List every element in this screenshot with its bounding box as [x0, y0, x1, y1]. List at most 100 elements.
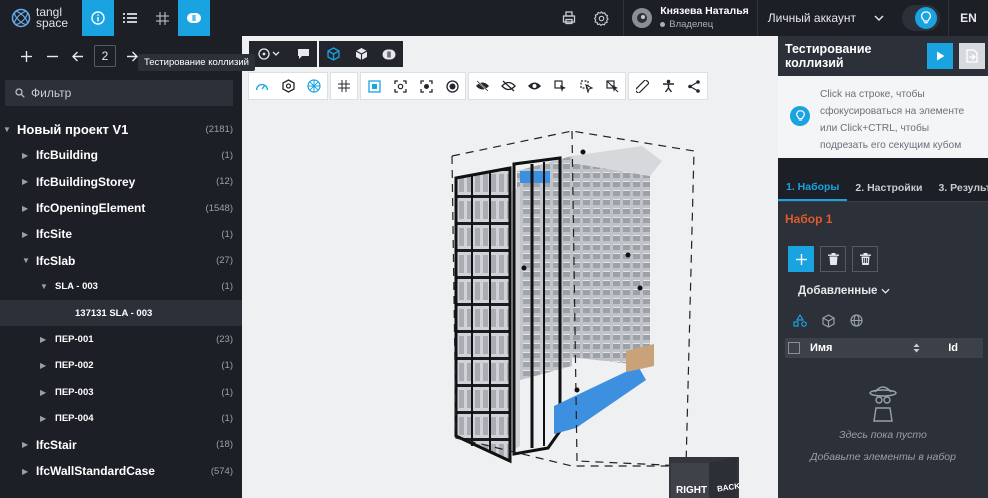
grid-button[interactable]: [146, 0, 178, 36]
focus-selection-button[interactable]: [387, 73, 413, 99]
chevron-right-icon[interactable]: ▶: [40, 335, 46, 344]
chevron-right-icon[interactable]: ▶: [22, 177, 28, 186]
tab-1[interactable]: 1. Наборы: [778, 174, 848, 201]
print-button[interactable]: [553, 0, 585, 36]
building-model[interactable]: [242, 36, 778, 498]
chevron-down-icon[interactable]: ▼: [40, 282, 48, 291]
display-mode-group: [319, 41, 403, 67]
tree-item[interactable]: ▶ IfcStair (18): [0, 432, 242, 458]
select-add-button[interactable]: [573, 73, 599, 99]
list-icon: [123, 13, 137, 23]
clash-view-icon: [382, 49, 396, 59]
globe-button[interactable]: [850, 314, 863, 330]
tree-item-count: (23): [216, 334, 233, 346]
user-role: Владелец: [660, 18, 749, 31]
chevron-right-icon[interactable]: ▶: [22, 467, 28, 476]
section-box-button[interactable]: [413, 73, 439, 99]
language-switch[interactable]: EN: [948, 0, 988, 36]
account-select[interactable]: Личный аккаунт: [756, 0, 894, 36]
delete-selected-button[interactable]: [820, 246, 846, 272]
add-elements-button[interactable]: [788, 246, 814, 272]
clash-view-button[interactable]: [375, 41, 403, 67]
column-name-header[interactable]: Имя: [810, 342, 913, 354]
tree-item[interactable]: ▶ ПЕР-003 (1): [0, 379, 242, 405]
expand-all-button[interactable]: [16, 46, 36, 66]
model-button[interactable]: [822, 313, 835, 331]
tree-item[interactable]: ▶ ПЕР-002 (1): [0, 353, 242, 379]
measure-button[interactable]: [629, 73, 655, 99]
settings-button[interactable]: [585, 0, 617, 36]
eye-off-icon: [475, 80, 489, 92]
walk-mode-button[interactable]: [655, 73, 681, 99]
chevron-right-icon[interactable]: ▶: [22, 440, 28, 449]
hint-icon-badge: [790, 106, 810, 126]
tree-item[interactable]: ▼ SLA - 003 (1): [0, 274, 242, 300]
tree-item[interactable]: ▶ IfcWallStandardCase (574): [0, 458, 242, 484]
prev-page-button[interactable]: [68, 46, 88, 66]
logo[interactable]: tangl space: [0, 0, 82, 36]
select-all-checkbox[interactable]: [788, 342, 800, 354]
collapse-all-button[interactable]: [42, 46, 62, 66]
filter-box[interactable]: [5, 80, 233, 106]
chevron-down-icon[interactable]: ▼: [22, 256, 30, 265]
added-filter-dropdown[interactable]: Добавленные: [798, 280, 988, 302]
tree-item-label: ПЕР-003: [55, 386, 94, 398]
export-report-button[interactable]: [959, 43, 985, 69]
hint-box: Click на строке, чтобы сфокусироваться н…: [778, 76, 988, 158]
clear-set-button[interactable]: [852, 246, 878, 272]
comment-button[interactable]: [289, 41, 317, 67]
printer-icon: [563, 11, 576, 25]
wireframe-cube-button[interactable]: [319, 41, 347, 67]
hide-button[interactable]: [469, 73, 495, 99]
tree-item[interactable]: ▶ ПЕР-004 (1): [0, 405, 242, 431]
tab-2[interactable]: 2. Настройки: [847, 174, 930, 201]
tree-item-count: (18): [216, 439, 233, 451]
orbit-mode-button[interactable]: [249, 41, 289, 67]
info-button[interactable]: [82, 0, 114, 36]
chevron-down-icon: [874, 15, 884, 21]
fit-view-button[interactable]: [361, 73, 387, 99]
column-id-header[interactable]: Id: [948, 342, 958, 354]
speed-button[interactable]: [249, 73, 275, 99]
sort-icon[interactable]: [913, 343, 920, 353]
tree-item[interactable]: 137131 SLA - 003: [0, 300, 242, 327]
tree-item[interactable]: ▶ IfcBuilding (1): [0, 142, 242, 168]
category-button[interactable]: [793, 313, 807, 330]
chevron-right-icon[interactable]: ▶: [22, 151, 28, 160]
chevron-right-icon[interactable]: ▶: [40, 388, 46, 397]
solid-cube-button[interactable]: [347, 41, 375, 67]
tree-item[interactable]: ▼ IfcSlab (27): [0, 247, 242, 273]
show-all-button[interactable]: [521, 73, 547, 99]
tree-item[interactable]: ▶ IfcBuildingStorey (12): [0, 169, 242, 195]
share-button[interactable]: [681, 73, 707, 99]
chevron-right-icon[interactable]: ▶: [22, 230, 28, 239]
grid-view-button[interactable]: [331, 73, 357, 99]
user-menu[interactable]: Князева Наталья Владелец: [623, 0, 757, 36]
tree-item[interactable]: ▶ IfcOpeningElement (1548): [0, 195, 242, 221]
3d-viewport[interactable]: RIGHT BACK: [242, 36, 778, 498]
lightbulb-icon: [921, 11, 931, 24]
filter-input[interactable]: [31, 86, 221, 100]
hexagon-button[interactable]: [275, 73, 301, 99]
tree-item[interactable]: ▶ ПЕР-001 (23): [0, 326, 242, 352]
explode-button[interactable]: [301, 73, 327, 99]
set-panel: Набор 1 Добавленные Имя Id Здесь пока пу…: [778, 202, 988, 498]
chevron-right-icon[interactable]: ▶: [22, 204, 28, 213]
hints-toggle[interactable]: [902, 5, 940, 31]
page-number-input[interactable]: 2: [94, 45, 116, 67]
hide-others-button[interactable]: [495, 73, 521, 99]
run-test-button[interactable]: [927, 43, 953, 69]
chevron-down-icon[interactable]: ▼: [3, 125, 11, 134]
clash-test-button[interactable]: [178, 0, 210, 36]
chevron-right-icon[interactable]: ▶: [40, 414, 46, 423]
chevron-right-icon[interactable]: ▶: [40, 361, 46, 370]
deselect-button[interactable]: [599, 73, 625, 99]
list-button[interactable]: [114, 0, 146, 36]
tab-3[interactable]: 3. Результаты: [930, 174, 988, 201]
navigation-cube[interactable]: RIGHT BACK: [669, 457, 741, 498]
select-button[interactable]: [547, 73, 573, 99]
tree-item[interactable]: ▼ Новый проект V1 (2181): [0, 116, 242, 142]
plus-icon: [20, 50, 32, 62]
tree-item[interactable]: ▶ IfcSite (1): [0, 221, 242, 247]
isolate-button[interactable]: [439, 73, 465, 99]
